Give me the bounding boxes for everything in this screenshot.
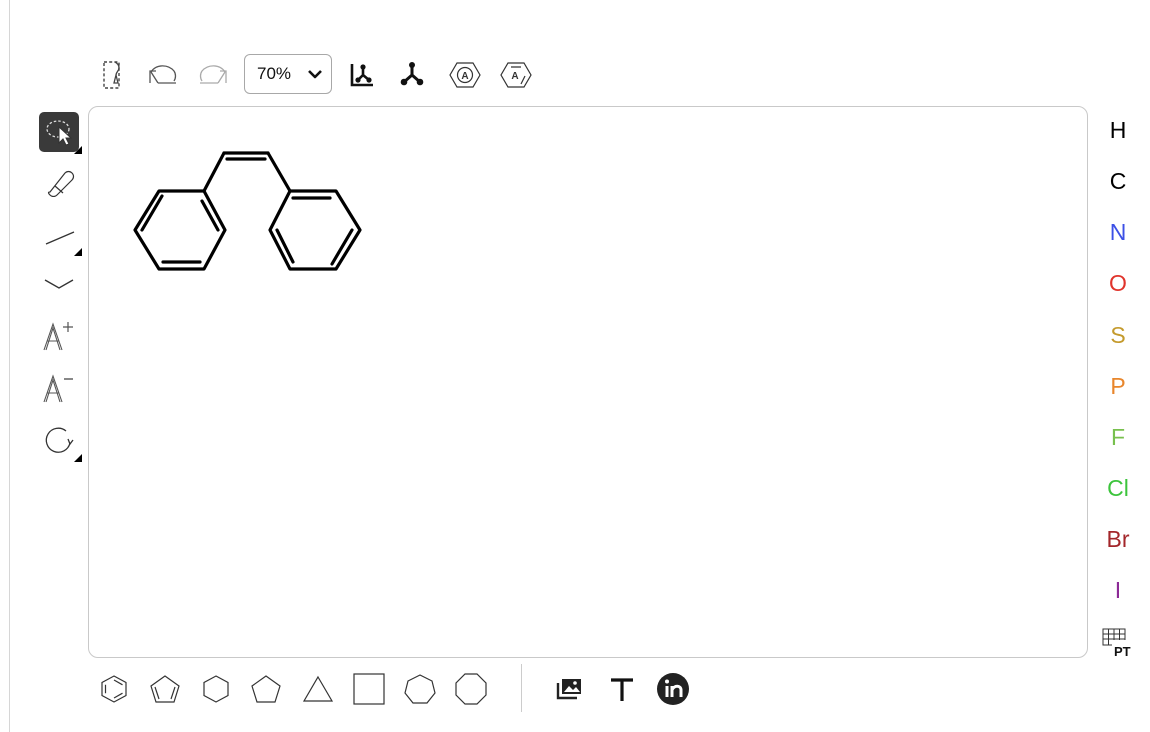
cyclohexane-icon (203, 675, 229, 703)
bond-submenu-corner[interactable] (74, 248, 82, 256)
right-benzene-ring (268, 189, 362, 271)
dearomatize-button[interactable]: A (496, 54, 536, 96)
periodic-table-button[interactable]: PT (1102, 628, 1132, 660)
redo-icon (199, 65, 227, 84)
chain-icon (44, 279, 74, 289)
rotate-icon (45, 427, 74, 453)
text-icon (611, 678, 633, 701)
cyclopropane-template-button[interactable] (296, 667, 340, 711)
svg-text:A: A (511, 71, 518, 82)
charge-plus-button[interactable] (37, 314, 81, 358)
bond-vinyl-to-ring-right (266, 151, 292, 193)
rotate-submenu-corner[interactable] (74, 454, 82, 462)
cyclooctane-template-button[interactable] (449, 667, 493, 711)
left-border-rule (9, 0, 10, 732)
clean-up-icon (400, 62, 424, 86)
undo-icon (149, 65, 177, 84)
clear-canvas-icon (103, 61, 120, 89)
bond-ring-to-vinyl-left (202, 151, 226, 193)
lasso-select-button[interactable] (39, 112, 79, 152)
top-toolbar: 70% A A (90, 54, 550, 96)
aromatize-icon: A (449, 62, 481, 88)
cyclopentadiene-template-button[interactable] (143, 667, 187, 711)
undo-button[interactable] (142, 54, 182, 96)
benzene-icon (101, 675, 127, 703)
left-toolbar (37, 110, 87, 470)
element-button-h[interactable]: H (1095, 108, 1141, 152)
zoom-select[interactable]: 70% (244, 54, 332, 94)
charge-plus-icon (43, 322, 73, 351)
layout-icon (350, 64, 373, 87)
aromatize-button[interactable]: A (445, 54, 485, 96)
element-button-s[interactable]: S (1095, 313, 1141, 357)
periodic-table-label: PT (1114, 644, 1131, 659)
clean-up-button[interactable] (392, 54, 432, 96)
select-submenu-corner[interactable] (74, 146, 82, 154)
molecule-cis-stilbene[interactable] (89, 107, 409, 307)
element-button-i[interactable]: I (1095, 568, 1141, 612)
element-button-c[interactable]: C (1095, 159, 1141, 203)
insert-image-button[interactable] (548, 667, 592, 711)
ketcher-logo-icon (657, 673, 689, 705)
charge-minus-icon (43, 374, 73, 403)
zoom-value: 70% (257, 64, 292, 83)
left-benzene-ring (133, 189, 227, 271)
ketcher-logo-button[interactable] (651, 667, 695, 711)
element-toolbar: H C N O S P F Cl Br I (1095, 106, 1143, 666)
lasso-select-icon (46, 120, 73, 146)
cyclopropane-icon (302, 675, 334, 702)
chain-button[interactable] (37, 262, 81, 306)
add-text-button[interactable] (600, 667, 644, 711)
single-bond-icon (45, 231, 75, 245)
element-button-p[interactable]: P (1095, 364, 1141, 408)
chevron-down-icon (308, 70, 322, 79)
redo-button[interactable] (194, 54, 234, 96)
element-button-f[interactable]: F (1095, 415, 1141, 459)
erase-button[interactable] (37, 160, 81, 204)
toolbar-divider (521, 664, 522, 712)
dearomatize-icon: A (500, 62, 532, 88)
element-button-n[interactable]: N (1095, 210, 1141, 254)
cyclooctane-icon (455, 673, 487, 705)
layout-button[interactable] (342, 54, 382, 96)
cycloheptane-icon (404, 674, 436, 704)
element-button-o[interactable]: O (1095, 261, 1141, 305)
cyclohexane-template-button[interactable] (194, 667, 238, 711)
cycloheptane-template-button[interactable] (398, 667, 442, 711)
bottom-toolbar (92, 664, 712, 714)
cyclopentadiene-icon (150, 675, 180, 703)
element-button-br[interactable]: Br (1095, 517, 1141, 561)
eraser-icon (47, 170, 75, 197)
svg-text:A: A (461, 71, 468, 82)
cyclopentane-icon (251, 675, 281, 703)
drawing-canvas[interactable] (88, 106, 1088, 658)
cyclobutane-icon (353, 673, 385, 705)
cyclopentane-template-button[interactable] (244, 667, 288, 711)
cyclobutane-template-button[interactable] (347, 667, 391, 711)
charge-minus-button[interactable] (37, 366, 81, 410)
image-icon (556, 679, 581, 700)
clear-canvas-button[interactable] (92, 54, 132, 96)
benzene-template-button[interactable] (92, 667, 136, 711)
element-button-cl[interactable]: Cl (1095, 466, 1141, 510)
